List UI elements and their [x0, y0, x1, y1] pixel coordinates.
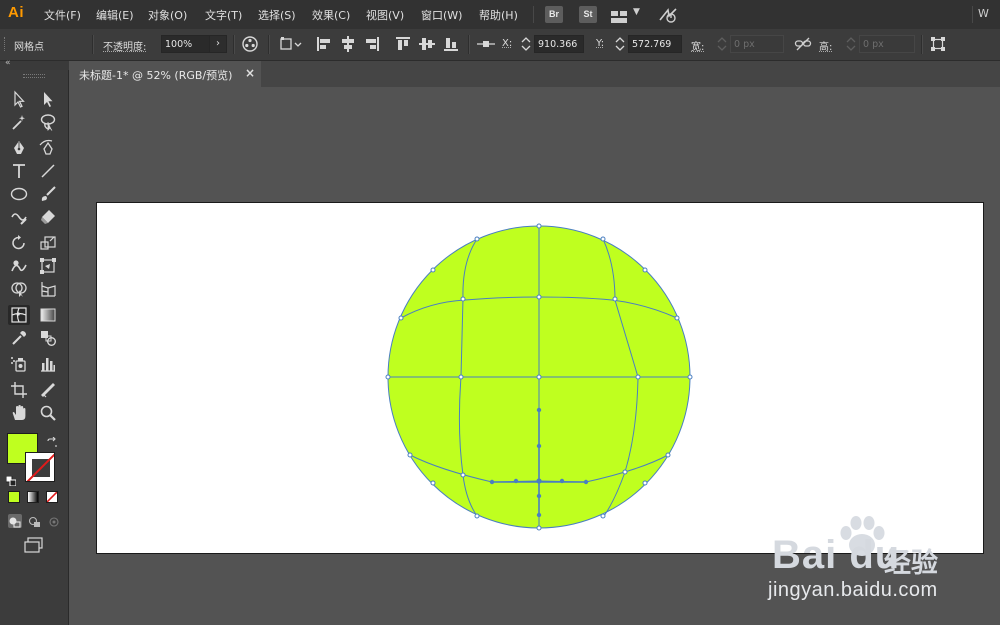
mesh-point[interactable]	[385, 374, 391, 380]
watermark-url: jingyan.baidu.com	[768, 579, 938, 601]
mesh-point[interactable]	[635, 374, 641, 380]
watermark-brand: Bai du	[772, 533, 901, 577]
handle-point[interactable]	[559, 478, 565, 484]
mesh-point[interactable]	[458, 374, 464, 380]
mesh-point[interactable]	[474, 513, 480, 519]
mesh-point[interactable]	[642, 267, 648, 273]
mesh-point[interactable]	[430, 480, 436, 486]
handle-point[interactable]	[536, 443, 542, 449]
handle-point[interactable]	[536, 407, 542, 413]
mesh-point[interactable]	[622, 469, 628, 475]
mesh-point[interactable]	[407, 452, 413, 458]
mesh-point[interactable]	[600, 236, 606, 242]
handle-point[interactable]	[536, 493, 542, 499]
mesh-point[interactable]	[600, 513, 606, 519]
mesh-point[interactable]	[642, 480, 648, 486]
handle-point[interactable]	[536, 512, 542, 518]
mesh-point[interactable]	[536, 525, 542, 531]
mesh-point[interactable]	[460, 472, 466, 478]
mesh-point[interactable]	[430, 267, 436, 273]
mesh-point[interactable]	[612, 296, 618, 302]
mesh-point[interactable]	[536, 223, 542, 229]
mesh-point[interactable]	[536, 294, 542, 300]
selected-mesh-point[interactable]	[536, 478, 542, 484]
handle-point[interactable]	[513, 478, 519, 484]
mesh-point[interactable]	[398, 315, 404, 321]
baidu-jingyan-watermark: Bai du 经验 jingyan.baidu.com	[752, 513, 972, 608]
mesh-point[interactable]	[474, 236, 480, 242]
handle-point[interactable]	[489, 479, 495, 485]
mesh-point[interactable]	[674, 315, 680, 321]
mesh-point[interactable]	[460, 296, 466, 302]
mesh-point[interactable]	[536, 374, 542, 380]
watermark-jingyan: 经验	[884, 548, 938, 579]
mesh-point[interactable]	[687, 374, 693, 380]
handle-point[interactable]	[583, 479, 589, 485]
mesh-point[interactable]	[665, 452, 671, 458]
